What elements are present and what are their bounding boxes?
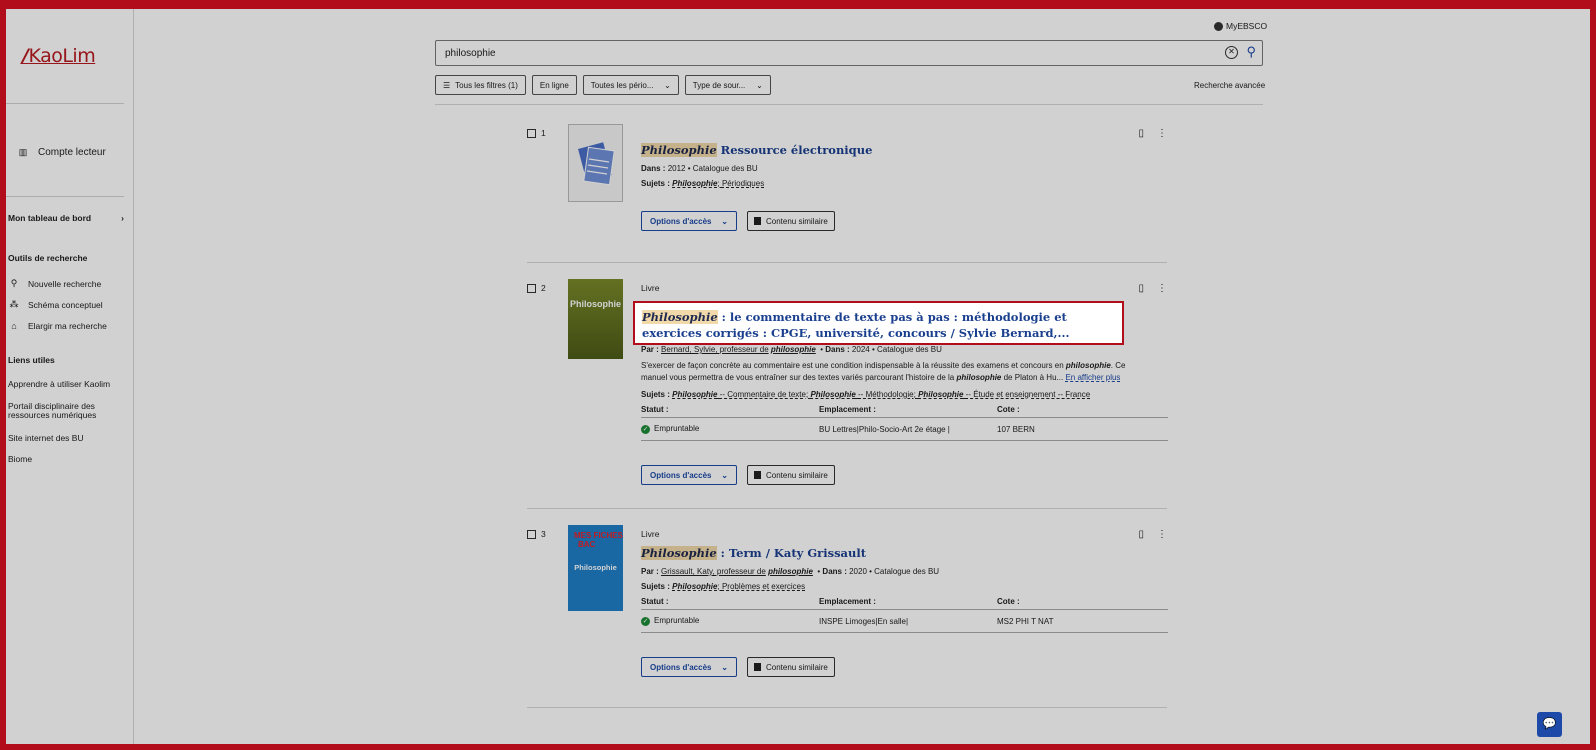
sidebar-item-dashboard[interactable]: Mon tableau de bord › xyxy=(8,213,124,223)
links-heading: Liens utiles xyxy=(8,355,55,365)
result-type: Livre xyxy=(641,529,660,539)
search-input[interactable]: philosophie xyxy=(445,48,496,59)
document-icon xyxy=(754,663,761,671)
result-author: Par : Grissault, Katy, professeur de phi… xyxy=(641,567,940,576)
result-actions: ▯ ⋮ xyxy=(1138,283,1167,294)
result-author: Par : Bernard, Sylvie, professeur de phi… xyxy=(641,345,942,354)
chevron-right-icon: › xyxy=(121,213,124,223)
table-row: ✓ Empruntable BU Lettres|Philo-Socio-Art 2… xyxy=(641,418,1168,441)
filter-bar: ☰ Tous les filtres (1) En ligne Toutes le… xyxy=(435,75,771,95)
result-checkbox[interactable]: 1 xyxy=(527,128,546,138)
search-bar[interactable]: philosophie ✕ ⚲ xyxy=(435,40,1263,66)
more-options-icon[interactable]: ⋮ xyxy=(1157,283,1167,294)
result-type: Livre xyxy=(641,283,660,293)
result-subjects: Sujets : Philosophie -- Commentaire de t… xyxy=(641,390,1091,399)
sidebar-divider xyxy=(6,196,124,197)
filter-icon: ☰ xyxy=(443,80,451,90)
chevron-down-icon: ⌄ xyxy=(664,80,671,90)
sidebar: /KaoLim ▥ Compte lecteur Mon tableau de … xyxy=(6,9,134,744)
holdings-table: Statut : Emplacement : Cote : ✓ Empruntable… xyxy=(641,597,1168,633)
result-divider xyxy=(527,707,1167,708)
result-title[interactable]: Philosophie Ressource électronique xyxy=(641,142,1131,158)
sidebar-item-new-search[interactable]: ⚲ Nouvelle recherche xyxy=(9,278,102,289)
show-more-link[interactable]: En afficher plus xyxy=(1065,373,1120,382)
more-options-icon[interactable]: ⋮ xyxy=(1157,529,1167,540)
period-dropdown[interactable]: Toutes les pério... ⌄ xyxy=(582,75,679,95)
result-divider xyxy=(527,508,1167,509)
bookmark-icon[interactable]: ▯ xyxy=(1138,283,1144,294)
search-icon: ⚲ xyxy=(10,278,18,288)
similar-content-button[interactable]: Contenu similaire xyxy=(747,211,835,231)
sidebar-link-bu-site[interactable]: Site internet des BU xyxy=(8,434,120,443)
header-divider xyxy=(435,104,1263,105)
access-options-button[interactable]: Options d'accès ⌄ xyxy=(641,657,737,677)
sidebar-divider xyxy=(6,103,124,104)
online-filter-button[interactable]: En ligne xyxy=(531,75,577,95)
sidebar-link-learn[interactable]: Apprendre à utiliser Kaolim xyxy=(8,380,120,389)
sidebar-link-portal[interactable]: Portail disciplinaire des ressources num… xyxy=(8,402,120,420)
source-type-dropdown[interactable]: Type de sour... ⌄ xyxy=(684,75,771,95)
sidebar-item-broaden[interactable]: ⌂ Elargir ma recherche xyxy=(9,321,107,331)
result-body: Livre Philosophie : Term / Katy Grissaul… xyxy=(641,529,1168,677)
result-subjects: Sujets : Philosophie; Problèmes et exerc… xyxy=(641,582,806,591)
similar-content-button[interactable]: Contenu similaire xyxy=(747,657,835,677)
chat-icon[interactable]: 💬 xyxy=(1537,712,1562,737)
similar-content-button[interactable]: Contenu similaire xyxy=(747,465,835,485)
result-checkbox[interactable]: 3 xyxy=(527,529,546,539)
bookmark-icon[interactable]: ▯ xyxy=(1138,128,1144,139)
highlighted-result-title[interactable]: Philosophie : le commentaire de texte pa… xyxy=(633,301,1124,345)
result-source: Dans : 2012 • Catalogue des BU xyxy=(641,164,758,173)
result-title[interactable]: Philosophie : Term / Katy Grissault xyxy=(641,545,1131,561)
sidebar-link-biome[interactable]: Biome xyxy=(8,455,120,464)
chevron-down-icon: ⌄ xyxy=(721,470,728,480)
document-icon xyxy=(754,471,761,479)
user-icon xyxy=(1214,21,1223,31)
check-icon: ✓ xyxy=(641,617,650,626)
library-icon: ▥ xyxy=(18,147,28,157)
access-options-button[interactable]: Options d'accès ⌄ xyxy=(641,211,737,231)
kaolim-logo[interactable]: /KaoLim xyxy=(22,45,96,67)
bookmark-icon[interactable]: ▯ xyxy=(1138,529,1144,540)
more-options-icon[interactable]: ⋮ xyxy=(1157,128,1167,139)
sidebar-item-concept-map[interactable]: ⁂ Schéma conceptuel xyxy=(9,299,103,310)
table-row: ✓ Empruntable INSPE Limoges|En salle| MS2 P… xyxy=(641,610,1168,633)
result-divider xyxy=(527,262,1167,263)
result-checkbox[interactable]: 2 xyxy=(527,283,546,293)
result-subjects: Sujets : Philosophie; Périodiques xyxy=(641,179,765,188)
access-options-button[interactable]: Options d'accès ⌄ xyxy=(641,465,737,485)
all-filters-button[interactable]: ☰ Tous les filtres (1) xyxy=(435,75,526,95)
search-icon[interactable]: ⚲ xyxy=(1246,44,1256,60)
result-body: Philosophie Ressource électronique Dans … xyxy=(641,128,1131,231)
check-icon: ✓ xyxy=(641,425,650,434)
app-window: /KaoLim ▥ Compte lecteur Mon tableau de … xyxy=(0,0,1596,750)
result-description: S'exercer de façon concrète au commentai… xyxy=(641,361,1126,382)
ebook-thumbnail[interactable] xyxy=(568,124,623,202)
network-icon: ⁂ xyxy=(9,299,19,309)
holdings-table: Statut : Emplacement : Cote : ✓ Empruntable… xyxy=(641,405,1168,441)
document-icon xyxy=(754,217,761,225)
book-cover[interactable]: Philosophie xyxy=(568,279,623,359)
result-actions: ▯ ⋮ xyxy=(1138,529,1167,540)
book-cover[interactable]: MES FICHES BAC Philosophie xyxy=(568,525,623,611)
chevron-down-icon: ⌄ xyxy=(721,216,728,226)
clear-icon[interactable]: ✕ xyxy=(1225,46,1238,59)
advanced-search-link[interactable]: Recherche avancée xyxy=(1194,81,1265,90)
myebsco-link[interactable]: MyEBSCO xyxy=(1214,21,1267,31)
result-actions: ▯ ⋮ xyxy=(1138,128,1167,139)
sidebar-item-account[interactable]: ▥ Compte lecteur xyxy=(18,147,106,158)
tools-heading: Outils de recherche xyxy=(8,253,88,263)
building-icon: ⌂ xyxy=(11,321,17,331)
chevron-down-icon: ⌄ xyxy=(721,662,728,672)
chevron-down-icon: ⌄ xyxy=(756,80,763,90)
